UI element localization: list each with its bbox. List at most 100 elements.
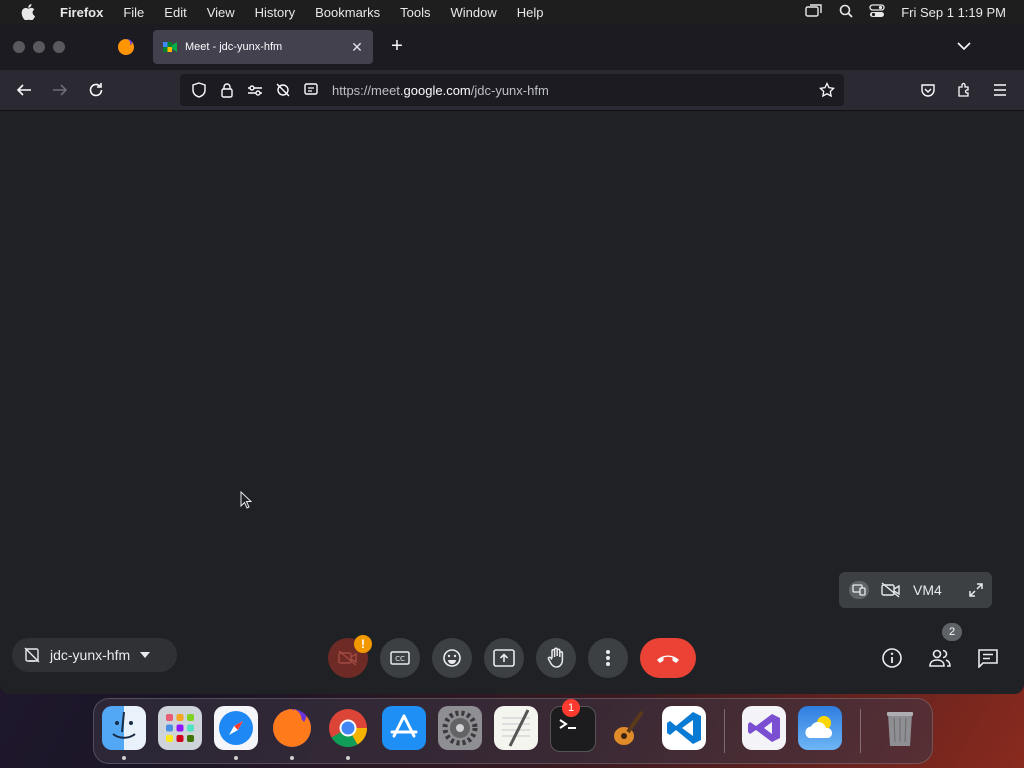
- chat-icon: [978, 649, 998, 668]
- system-settings-badge: 1: [562, 699, 580, 717]
- tab-bar: Meet - jdc-yunx-hfm ✕ +: [0, 24, 1024, 70]
- firefox-running-indicator: [290, 756, 294, 760]
- app-menu-button[interactable]: [988, 78, 1012, 102]
- url-bar[interactable]: https://meet.google.com/jdc-yunx-hfm: [180, 74, 844, 106]
- url-text[interactable]: https://meet.google.com/jdc-yunx-hfm: [332, 83, 549, 98]
- back-arrow-icon: [16, 84, 31, 96]
- expand-self-view-icon[interactable]: [968, 582, 984, 598]
- chrome-running-indicator: [346, 756, 350, 760]
- menu-help[interactable]: Help: [507, 5, 554, 20]
- menu-app-name[interactable]: Firefox: [50, 5, 113, 20]
- hang-up-icon: [657, 655, 679, 663]
- mouse-cursor-icon: [240, 491, 252, 509]
- tab-title: Meet - jdc-yunx-hfm: [185, 41, 283, 53]
- garageband-icon[interactable]: [606, 706, 650, 750]
- meeting-code: jdc-yunx-hfm: [50, 647, 131, 663]
- pocket-button[interactable]: [916, 78, 940, 102]
- permissions-icon[interactable]: [246, 81, 264, 99]
- emoji-icon: [443, 649, 461, 667]
- screen-mirroring-icon[interactable]: [805, 3, 823, 21]
- safari-icon[interactable]: [214, 706, 258, 750]
- pocket-icon: [921, 84, 935, 97]
- url-path: /jdc-yunx-hfm: [470, 82, 549, 98]
- chat-button[interactable]: [972, 642, 1004, 674]
- control-center-icon[interactable]: [869, 3, 885, 21]
- pin-self-icon[interactable]: [849, 581, 869, 599]
- forward-arrow-icon: [53, 84, 68, 96]
- app-store-icon[interactable]: [382, 706, 426, 750]
- textedit-icon[interactable]: [494, 706, 538, 750]
- raise-hand-icon: [547, 647, 564, 668]
- camera-off-icon: [881, 582, 901, 598]
- dock-separator: [724, 709, 725, 753]
- forward-button[interactable]: [48, 78, 72, 102]
- close-window-button[interactable]: [13, 41, 25, 53]
- zoom-window-button[interactable]: [53, 41, 65, 53]
- list-all-tabs-icon[interactable]: [954, 36, 974, 56]
- more-options-button[interactable]: [588, 638, 628, 678]
- vscode-icon[interactable]: [662, 706, 706, 750]
- menubar-clock[interactable]: Fri Sep 1 1:19 PM: [901, 5, 1006, 20]
- menu-view[interactable]: View: [197, 5, 245, 20]
- people-button[interactable]: [924, 642, 956, 674]
- url-domain: google.com: [403, 82, 471, 98]
- info-icon: [882, 648, 902, 668]
- pinned-tab-firefox[interactable]: [112, 32, 140, 62]
- self-view-tile[interactable]: VM4: [839, 572, 992, 608]
- firefox-window: Meet - jdc-yunx-hfm ✕ + https://meet.goo…: [0, 24, 1024, 694]
- apple-menu-icon[interactable]: [18, 4, 38, 20]
- raise-hand-button[interactable]: [536, 638, 576, 678]
- menu-history[interactable]: History: [245, 5, 305, 20]
- meeting-details-chip[interactable]: jdc-yunx-hfm: [12, 638, 177, 672]
- system-settings-icon[interactable]: [438, 706, 482, 750]
- navigation-toolbar: https://meet.google.com/jdc-yunx-hfm: [0, 70, 1024, 111]
- spotlight-search-icon[interactable]: [839, 4, 853, 21]
- safari-running-indicator: [234, 756, 238, 760]
- caret-down-icon: [140, 652, 151, 658]
- menu-window[interactable]: Window: [441, 5, 507, 20]
- menu-file[interactable]: File: [113, 5, 154, 20]
- menu-edit[interactable]: Edit: [154, 5, 196, 20]
- reload-icon: [89, 83, 103, 97]
- reader-view-icon[interactable]: [302, 81, 320, 99]
- chrome-icon[interactable]: [326, 706, 370, 750]
- reload-button[interactable]: [84, 78, 108, 102]
- captions-button[interactable]: CC: [380, 638, 420, 678]
- meeting-details-button[interactable]: [876, 642, 908, 674]
- present-off-icon: [24, 647, 40, 663]
- bookmark-star-icon[interactable]: [818, 81, 836, 99]
- tracking-protection-shield-icon[interactable]: [190, 81, 208, 99]
- launchpad-icon[interactable]: [158, 706, 202, 750]
- present-screen-icon: [493, 649, 515, 667]
- new-tab-button[interactable]: +: [386, 35, 408, 57]
- google-meet-icon: [163, 42, 177, 52]
- dock-separator-trash: [860, 709, 861, 753]
- camera-blocked-icon[interactable]: [274, 81, 292, 99]
- tab-close-icon[interactable]: ✕: [347, 39, 367, 56]
- dock: 1: [93, 698, 933, 764]
- self-view-name: VM4: [913, 582, 942, 598]
- tab-meet[interactable]: Meet - jdc-yunx-hfm ✕: [153, 30, 373, 64]
- extensions-button[interactable]: [952, 78, 976, 102]
- more-vertical-icon: [606, 650, 610, 666]
- people-icon: [929, 649, 951, 667]
- present-screen-button[interactable]: [484, 638, 524, 678]
- reactions-button[interactable]: [432, 638, 472, 678]
- weather-icon[interactable]: [798, 706, 842, 750]
- lock-icon[interactable]: [218, 81, 236, 99]
- minimize-window-button[interactable]: [33, 41, 45, 53]
- finder-running-indicator: [122, 756, 126, 760]
- camera-off-icon: [338, 650, 357, 666]
- menu-tools[interactable]: Tools: [390, 5, 440, 20]
- visual-studio-icon[interactable]: [742, 706, 786, 750]
- firefox-icon[interactable]: [270, 706, 314, 750]
- camera-warning-badge[interactable]: !: [354, 635, 372, 653]
- menu-bookmarks[interactable]: Bookmarks: [305, 5, 390, 20]
- firefox-icon: [118, 39, 134, 55]
- trash-icon[interactable]: [878, 706, 922, 750]
- menu-bar: Firefox File Edit View History Bookmarks…: [0, 0, 1024, 24]
- back-button[interactable]: [12, 78, 36, 102]
- url-prefix: https://meet.: [332, 82, 404, 98]
- finder-icon[interactable]: [102, 706, 146, 750]
- leave-call-button[interactable]: [640, 638, 696, 678]
